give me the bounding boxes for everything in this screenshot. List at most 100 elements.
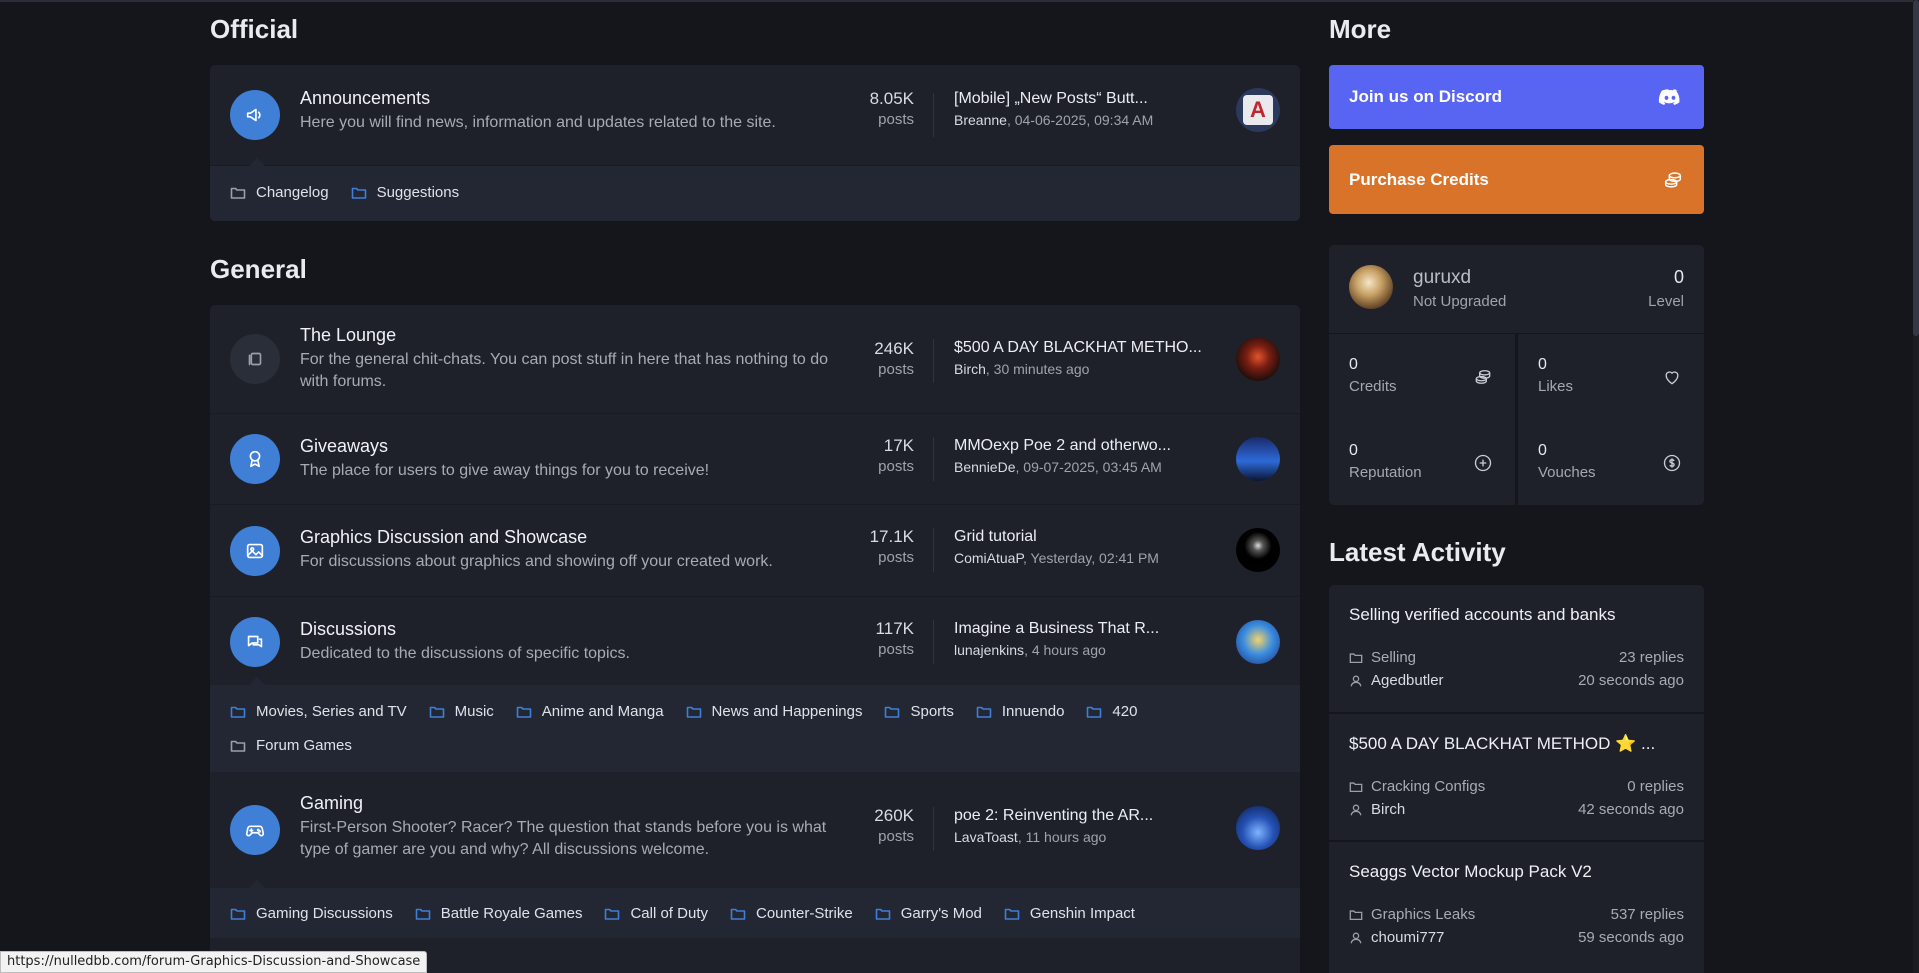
activity-forum[interactable]: Selling (1349, 649, 1416, 666)
forum-title[interactable]: Giveaways (300, 436, 388, 457)
stat-credits[interactable]: 0 Credits (1329, 334, 1515, 420)
last-post-title[interactable]: Imagine a Business That R... (954, 620, 1224, 638)
folder-icon (351, 187, 366, 199)
last-post-user[interactable]: BennieDe (954, 459, 1016, 475)
last-post-title[interactable]: poe 2: Reinventing the AR... (954, 807, 1224, 825)
divider (933, 620, 934, 664)
forum-title[interactable]: Announcements (300, 88, 430, 109)
forum-row-discussions[interactable]: Discussions Dedicated to the discussions… (210, 597, 1300, 685)
last-post: MMOexp Poe 2 and otherwo... BennieDe, 09… (954, 437, 1224, 475)
stat-likes[interactable]: 0 Likes (1518, 334, 1704, 420)
activity-title[interactable]: Seaggs Vector Mockup Pack V2 (1349, 862, 1592, 882)
forum-row-lounge[interactable]: The Lounge For the general chit-chats. Y… (210, 305, 1300, 414)
forum-row-graphics[interactable]: Graphics Discussion and Showcase For dis… (210, 505, 1300, 597)
avatar[interactable] (1236, 806, 1280, 850)
subforum-list: Movies, Series and TV Music Anime and Ma… (210, 677, 1300, 772)
last-post-user[interactable]: LavaToast (954, 829, 1018, 845)
subforum-counter-strike[interactable]: Counter-Strike (730, 902, 853, 926)
last-post-user[interactable]: Breanne (954, 112, 1007, 128)
level-value: 0 (1673, 267, 1684, 287)
forum-title[interactable]: Discussions (300, 619, 396, 640)
last-post-title[interactable]: Grid tutorial (954, 528, 1224, 546)
forum-row-announcements[interactable]: Announcements Here you will find news, i… (210, 65, 1300, 166)
stat-vouches[interactable]: 0 Vouches (1518, 420, 1704, 505)
purchase-credits-button[interactable]: Purchase Credits (1329, 145, 1704, 214)
status-bar-url: https://nulledbb.com/forum-Graphics-Disc… (0, 951, 428, 973)
username[interactable]: guruxd (1413, 267, 1471, 289)
subforum-innuendo[interactable]: Innuendo (976, 700, 1064, 724)
forum-row-giveaways[interactable]: Giveaways The place for users to give aw… (210, 414, 1300, 505)
forum-title[interactable]: The Lounge (300, 325, 396, 346)
subforum-news[interactable]: News and Happenings (686, 700, 862, 724)
folder-icon (429, 706, 444, 718)
general-card: The Lounge For the general chit-chats. Y… (210, 305, 1300, 973)
scrollbar-thumb[interactable] (1913, 0, 1919, 336)
gamepad-icon (230, 805, 280, 855)
forum-row-gaming[interactable]: Gaming First-Person Shooter? Racer? The … (210, 772, 1300, 888)
folder-icon (605, 908, 620, 920)
avatar[interactable] (1236, 337, 1280, 381)
forum-title[interactable]: Gaming (300, 793, 363, 814)
last-post-meta: LavaToast, 11 hours ago (954, 829, 1107, 845)
activity-item[interactable]: Seaggs Vector Mockup Pack V2 Graphics Le… (1329, 842, 1704, 973)
subforum-420[interactable]: 420 (1086, 700, 1137, 724)
subforum-list: Changelog Suggestions (210, 158, 1300, 221)
subforum-suggestions[interactable]: Suggestions (351, 181, 459, 205)
avatar[interactable] (1236, 620, 1280, 664)
heart-icon (1665, 371, 1679, 385)
activity-title[interactable]: Selling verified accounts and banks (1349, 605, 1616, 625)
folder-icon (976, 706, 992, 718)
subforum-forum-games[interactable]: Forum Games (230, 734, 352, 758)
last-post-meta: Birch, 30 minutes ago (954, 361, 1090, 377)
scrollbar[interactable] (1913, 0, 1919, 973)
subforum-genshin[interactable]: Genshin Impact (1004, 902, 1135, 926)
last-post-user[interactable]: lunajenkins (954, 642, 1024, 658)
avatar[interactable] (1349, 265, 1393, 309)
folder-icon (230, 187, 246, 199)
subforum-changelog[interactable]: Changelog (230, 181, 329, 205)
image-icon (230, 526, 280, 576)
section-title-general: General (210, 254, 307, 284)
subforum-call-of-duty[interactable]: Call of Duty (604, 902, 708, 926)
avatar[interactable]: A (1236, 88, 1280, 132)
user-icon (1350, 804, 1362, 815)
subforum-music[interactable]: Music (429, 700, 494, 724)
activity-item[interactable]: $500 A DAY BLACKHAT METHOD ⭐ ... Crackin… (1329, 714, 1704, 840)
avatar[interactable] (1236, 528, 1280, 572)
award-icon (230, 434, 280, 484)
last-post-meta: Breanne, 04-06-2025, 09:34 AM (954, 112, 1154, 128)
last-post: Imagine a Business That R... lunajenkins… (954, 620, 1224, 658)
avatar[interactable] (1236, 437, 1280, 481)
last-post-user[interactable]: Birch (954, 361, 986, 377)
last-post-title[interactable]: $500 A DAY BLACKHAT METHO... (954, 339, 1224, 357)
forum-description: The place for users to give away things … (300, 462, 710, 479)
activity-item[interactable]: Selling verified accounts and banks Sell… (1329, 585, 1704, 712)
activity-title[interactable]: $500 A DAY BLACKHAT METHOD ⭐ ... (1349, 734, 1655, 754)
discord-button[interactable]: Join us on Discord (1329, 65, 1704, 129)
subforum-gaming-discussions[interactable]: Gaming Discussions (230, 902, 393, 926)
megaphone-icon (230, 90, 280, 140)
last-post-title[interactable]: [Mobile] „New Posts“ Butt... (954, 90, 1224, 108)
subforum-garrys-mod[interactable]: Garry's Mod (875, 902, 982, 926)
last-post-title[interactable]: MMOexp Poe 2 and otherwo... (954, 437, 1224, 455)
subforum-anime[interactable]: Anime and Manga (516, 700, 664, 724)
activity-user[interactable]: choumi777 (1349, 929, 1444, 946)
post-count: 8.05K posts (869, 89, 914, 128)
divider (933, 807, 934, 851)
subforum-movies[interactable]: Movies, Series and TV (230, 700, 407, 724)
folder-icon (885, 706, 900, 718)
stat-reputation[interactable]: 0 Reputation (1329, 420, 1515, 505)
subforum-battle-royale[interactable]: Battle Royale Games (415, 902, 582, 926)
subforum-sports[interactable]: Sports (884, 700, 954, 724)
activity-forum[interactable]: Graphics Leaks (1349, 906, 1475, 923)
post-count: 17K posts (878, 436, 914, 475)
activity-forum[interactable]: Cracking Configs (1349, 778, 1485, 795)
post-count: 117K posts (875, 619, 914, 658)
post-count: 17.1K posts (869, 527, 914, 566)
forum-title[interactable]: Graphics Discussion and Showcase (300, 527, 587, 548)
credits-icon (1475, 370, 1491, 384)
copy-icon (230, 334, 280, 384)
last-post-user[interactable]: ComiAtuaP (954, 550, 1023, 566)
activity-user[interactable]: Birch (1349, 801, 1405, 818)
activity-user[interactable]: Agedbutler (1349, 672, 1444, 689)
